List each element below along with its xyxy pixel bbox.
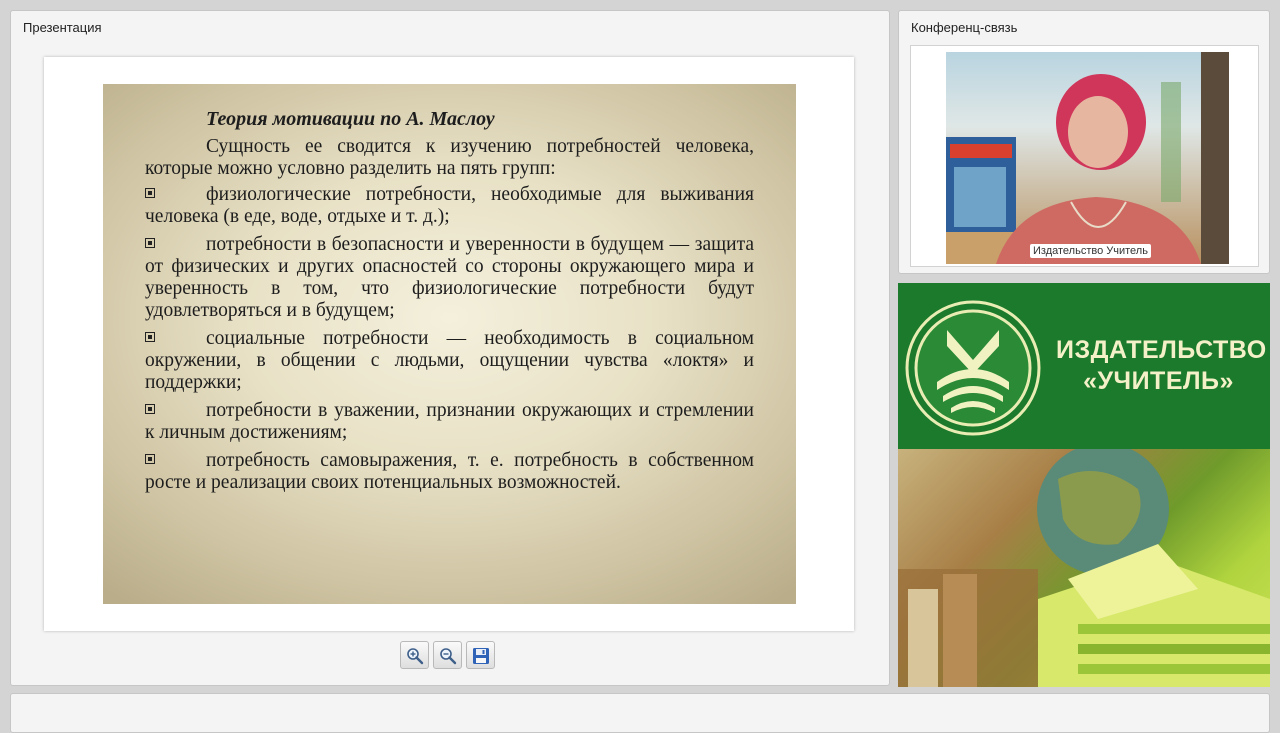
conference-panel: Конференц-связь Издательство Учитель [898, 10, 1270, 274]
speaker-name-label: Издательство Учитель [1030, 244, 1151, 258]
presentation-panel: Презентация Теория мотивации по А. Масло… [10, 10, 890, 686]
slide-title: Теория мотивации по А. Маслоу [206, 108, 495, 130]
bottom-bar [10, 693, 1270, 733]
slide-bullet-text: физиологические потребности, необходимые… [145, 184, 754, 227]
zoom-in-icon [407, 648, 424, 665]
slide-bullet-item: потребности в уважении, признании окружа… [145, 400, 754, 444]
books-globe-image [898, 443, 1270, 687]
publisher-name-line2: «УЧИТЕЛЬ» [1083, 367, 1234, 395]
slide-bullet-text: социальные потребности — необходимость в… [145, 328, 754, 393]
books-globe-illustration [898, 443, 1270, 687]
video-frame: Издательство Учитель [910, 45, 1259, 267]
zoom-in-button[interactable] [400, 641, 429, 669]
publisher-logo-icon [905, 300, 1041, 436]
slide-bullet-item: потребности в безопасности и уверенности… [145, 234, 754, 322]
conference-panel-title: Конференц-связь [911, 20, 1018, 35]
checkbox-bullet-icon [145, 238, 155, 248]
publisher-name-line1: ИЗДАТЕЛЬСТВО [1056, 336, 1267, 364]
slide-bullet-item: физиологические потребности, необходимые… [145, 184, 754, 228]
slide-bullet-text: потребности в уважении, признании окружа… [145, 400, 754, 443]
checkbox-bullet-icon [145, 188, 155, 198]
publisher-banner: ИЗДАТЕЛЬСТВО «УЧИТЕЛЬ» [898, 283, 1270, 687]
slide-frame: Теория мотивации по А. Маслоу Сущность е… [44, 57, 854, 631]
slide-bullet-text: потребности в безопасности и уверенности… [145, 234, 754, 321]
publisher-banner-header: ИЗДАТЕЛЬСТВО «УЧИТЕЛЬ» [898, 283, 1270, 449]
slide-bullet-text: потребность самовыражения, т. е. потребн… [145, 450, 754, 493]
save-button[interactable] [466, 641, 495, 669]
slide-intro: Сущность ее сводится к изучению потребно… [145, 136, 754, 179]
slide: Теория мотивации по А. Маслоу Сущность е… [103, 84, 796, 604]
presentation-panel-title: Презентация [23, 20, 102, 35]
save-icon [473, 648, 489, 664]
slide-bullet-item: потребность самовыражения, т. е. потребн… [145, 450, 754, 494]
slide-bullet-item: социальные потребности — необходимость в… [145, 328, 754, 394]
speaker-video-image [946, 52, 1229, 264]
publisher-name: ИЗДАТЕЛЬСТВО «УЧИТЕЛЬ» [1056, 335, 1267, 397]
zoom-out-button[interactable] [433, 641, 462, 669]
webcam-video: Издательство Учитель [946, 52, 1229, 264]
checkbox-bullet-icon [145, 332, 155, 342]
checkbox-bullet-icon [145, 454, 155, 464]
checkbox-bullet-icon [145, 404, 155, 414]
zoom-out-icon [440, 648, 457, 665]
